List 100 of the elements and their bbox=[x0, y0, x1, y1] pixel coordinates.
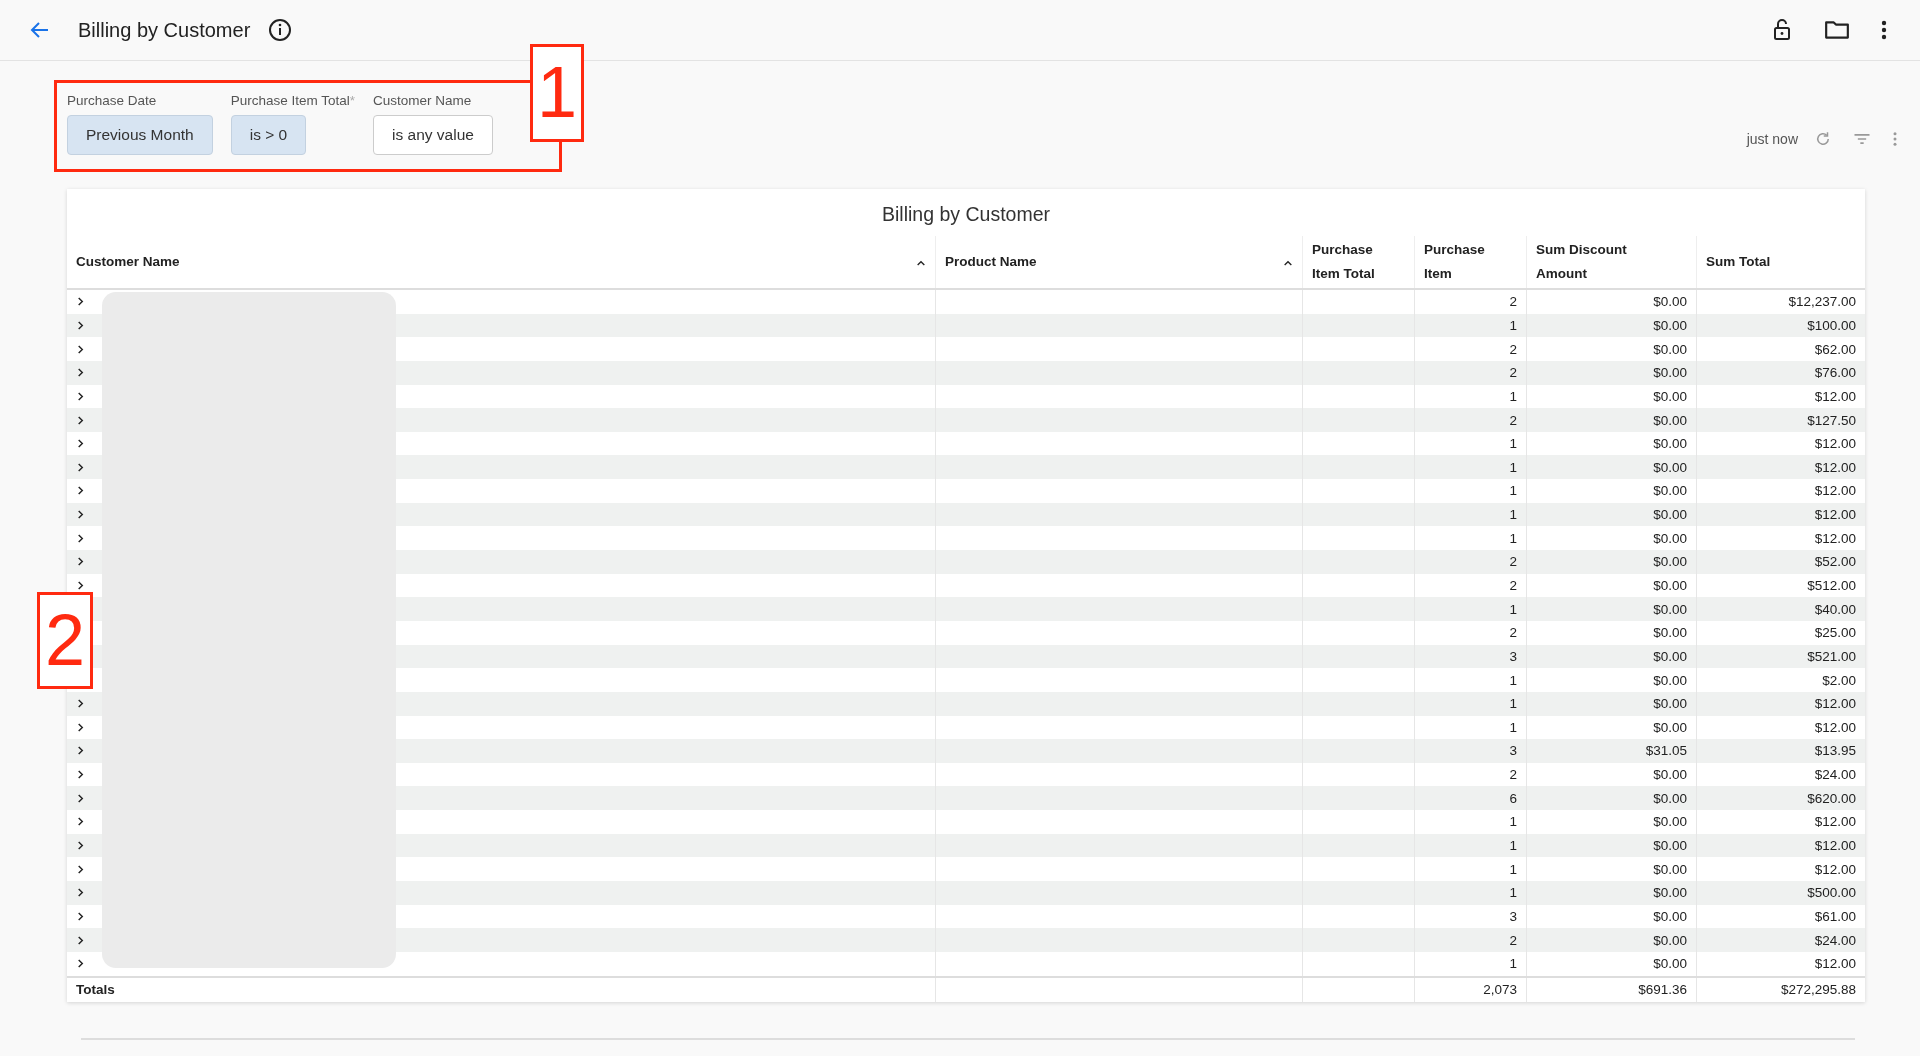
table-cell: $0.00 bbox=[1526, 455, 1696, 480]
table-cell: 1 bbox=[1414, 691, 1526, 716]
expand-chevron-icon[interactable] bbox=[76, 320, 85, 330]
table-cell: $500.00 bbox=[1696, 881, 1865, 905]
expand-chevron-icon[interactable] bbox=[76, 439, 85, 449]
table-cell: 2 bbox=[1414, 928, 1526, 952]
column-header[interactable]: Sum Discount Amount bbox=[1526, 236, 1696, 288]
column-header[interactable]: Customer Name bbox=[67, 236, 935, 288]
sort-caret-icon[interactable] bbox=[916, 258, 926, 266]
table-cell: 2 bbox=[1414, 290, 1526, 314]
table-cell: $12.00 bbox=[1696, 810, 1865, 834]
more-icon[interactable] bbox=[1880, 18, 1888, 42]
expand-chevron-icon[interactable] bbox=[76, 581, 85, 590]
table-cell: $12.00 bbox=[1696, 833, 1865, 858]
expand-chevron-icon[interactable] bbox=[76, 770, 85, 780]
table-cell: $272,295.88 bbox=[1696, 977, 1865, 1002]
table-cell: 2 bbox=[1414, 620, 1526, 645]
column-header[interactable]: Purchase Item Total bbox=[1302, 236, 1414, 288]
table-cell: $0.00 bbox=[1526, 786, 1696, 811]
expand-chevron-icon[interactable] bbox=[76, 510, 85, 520]
table-cell: $0.00 bbox=[1526, 691, 1696, 716]
table-cell: $0.00 bbox=[1526, 550, 1696, 574]
updated-time: just now bbox=[1746, 131, 1798, 147]
table-cell: $12.00 bbox=[1696, 479, 1865, 503]
expand-chevron-icon[interactable] bbox=[76, 793, 85, 803]
table-cell: $52.00 bbox=[1696, 550, 1865, 574]
table-cell: 1 bbox=[1414, 313, 1526, 338]
expand-chevron-icon[interactable] bbox=[76, 699, 85, 709]
expand-chevron-icon[interactable] bbox=[76, 533, 85, 543]
table-cell: $0.00 bbox=[1526, 833, 1696, 858]
table-cell: $25.00 bbox=[1696, 620, 1865, 645]
table-cell: 2 bbox=[1414, 337, 1526, 361]
table-cell: 1 bbox=[1414, 597, 1526, 621]
expand-chevron-icon[interactable] bbox=[76, 864, 85, 874]
filter-button[interactable]: is > 0 bbox=[230, 115, 307, 155]
table-cell: $0.00 bbox=[1526, 502, 1696, 527]
expand-chevron-icon[interactable] bbox=[76, 841, 85, 851]
filter-label: Purchase Item Total* bbox=[230, 93, 356, 108]
table-cell: 1 bbox=[1414, 455, 1526, 480]
filter-label: Purchase Date bbox=[67, 93, 158, 108]
expand-chevron-icon[interactable] bbox=[76, 817, 85, 827]
sort-caret-icon[interactable] bbox=[1283, 258, 1293, 266]
table-cell: $521.00 bbox=[1696, 644, 1865, 669]
table-cell: 1 bbox=[1414, 951, 1526, 976]
table-cell: $12.00 bbox=[1696, 691, 1865, 716]
refresh-icon[interactable] bbox=[1814, 130, 1832, 148]
table-cell: 3 bbox=[1414, 644, 1526, 669]
table-cell: $0.00 bbox=[1526, 313, 1696, 338]
info-icon[interactable] bbox=[268, 18, 293, 42]
table-cell: $76.00 bbox=[1696, 360, 1865, 385]
table-cell: $0.00 bbox=[1526, 597, 1696, 621]
table-cell: $0.00 bbox=[1526, 408, 1696, 432]
column-header[interactable]: Sum Total bbox=[1696, 236, 1865, 288]
table-cell: 2,073 bbox=[1414, 977, 1526, 1002]
column-header[interactable]: Purchase Item bbox=[1414, 236, 1526, 288]
table-cell: $12.00 bbox=[1696, 502, 1865, 527]
table-cell: 1 bbox=[1414, 502, 1526, 527]
table-cell: $12.00 bbox=[1696, 951, 1865, 976]
table-cell: $40.00 bbox=[1696, 597, 1865, 621]
expand-chevron-icon[interactable] bbox=[76, 935, 85, 945]
expand-chevron-icon[interactable] bbox=[76, 888, 85, 898]
table-cell: $24.00 bbox=[1696, 928, 1865, 952]
table-cell: $0.00 bbox=[1526, 620, 1696, 645]
expand-chevron-icon[interactable] bbox=[76, 297, 85, 307]
expand-chevron-icon[interactable] bbox=[76, 368, 85, 378]
table-cell: 2 bbox=[1414, 550, 1526, 574]
expand-chevron-icon[interactable] bbox=[76, 344, 85, 354]
table-cell: $0.00 bbox=[1526, 479, 1696, 503]
page-title: Billing by Customer bbox=[78, 18, 251, 42]
expand-chevron-icon[interactable] bbox=[76, 486, 85, 496]
totals-label: Totals bbox=[75, 981, 116, 1000]
table-cell: 1 bbox=[1414, 833, 1526, 858]
table-cell: 2 bbox=[1414, 408, 1526, 432]
table-cell: $100.00 bbox=[1696, 313, 1865, 338]
expand-chevron-icon[interactable] bbox=[76, 746, 85, 756]
table-cell: $0.00 bbox=[1526, 644, 1696, 669]
expand-chevron-icon[interactable] bbox=[76, 722, 85, 732]
table-cell: 1 bbox=[1414, 668, 1526, 692]
table-cell: $0.00 bbox=[1526, 810, 1696, 834]
expand-chevron-icon[interactable] bbox=[76, 462, 85, 472]
table-cell: 3 bbox=[1414, 739, 1526, 763]
table-cell: $0.00 bbox=[1526, 337, 1696, 361]
filter-label: Customer Name bbox=[373, 93, 473, 108]
annotation-number: 1 bbox=[530, 44, 584, 142]
table-cell: $12.00 bbox=[1696, 455, 1865, 480]
column-header[interactable]: Product Name bbox=[935, 236, 1302, 288]
table-cell: $12,237.00 bbox=[1696, 290, 1865, 314]
table-cell: $0.00 bbox=[1526, 360, 1696, 385]
table-cell: 1 bbox=[1414, 810, 1526, 834]
table-title: Billing by Customer bbox=[881, 202, 1051, 227]
expand-chevron-icon[interactable] bbox=[76, 415, 85, 425]
expand-chevron-icon[interactable] bbox=[76, 557, 85, 567]
filter-button[interactable]: Previous Month bbox=[67, 115, 213, 155]
annotation-number: 2 bbox=[37, 592, 93, 689]
table-cell: $127.50 bbox=[1696, 408, 1865, 432]
expand-chevron-icon[interactable] bbox=[76, 391, 85, 401]
expand-chevron-icon[interactable] bbox=[76, 911, 85, 921]
table-cell: $2.00 bbox=[1696, 668, 1865, 692]
filter-button[interactable]: is any value bbox=[373, 115, 493, 155]
expand-chevron-icon[interactable] bbox=[76, 959, 85, 969]
